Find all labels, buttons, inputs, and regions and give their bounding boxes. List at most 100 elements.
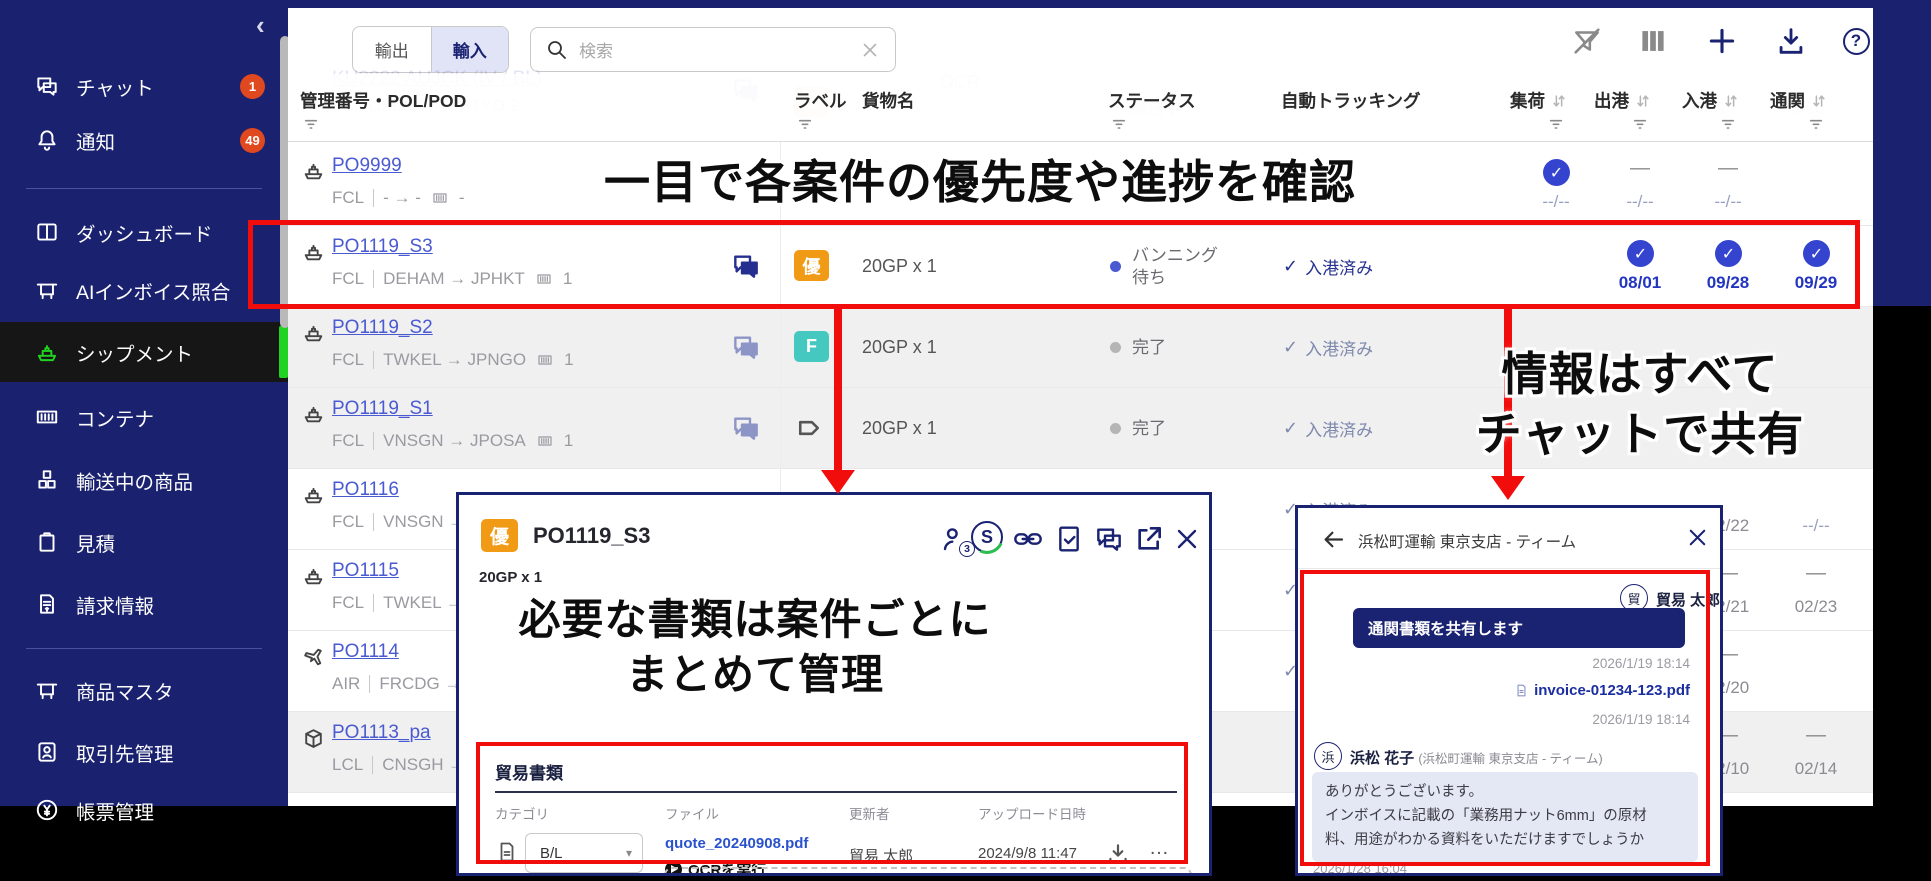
chat-icon[interactable] xyxy=(1093,523,1125,555)
sort-icon[interactable] xyxy=(1549,92,1569,110)
sidebar-item-帳票管理[interactable]: 帳票管理 xyxy=(0,782,288,838)
sidebar-divider xyxy=(26,648,262,649)
shipment-link[interactable]: PO1119_S2 xyxy=(332,317,433,339)
sidebar-item-AIインボイス照合[interactable]: AIインボイス照合 xyxy=(0,262,288,318)
ship-icon xyxy=(301,482,326,507)
trolley-icon xyxy=(34,677,60,703)
columns-icon[interactable] xyxy=(1636,24,1670,58)
column-header-通関[interactable]: 通関 xyxy=(1770,88,1829,113)
doc-check-icon[interactable] xyxy=(1053,523,1085,555)
plus-icon[interactable] xyxy=(1705,24,1739,58)
column-header-入港[interactable]: 入港 xyxy=(1682,88,1741,113)
filter-icon[interactable] xyxy=(302,116,320,132)
milestone-dash: — xyxy=(1718,157,1738,179)
milestone-date: 02/23 xyxy=(1794,597,1838,616)
sort-icon[interactable] xyxy=(1633,92,1653,110)
selected-indicator xyxy=(279,326,288,378)
download-icon[interactable] xyxy=(1774,24,1808,58)
column-header-ステータス[interactable]: ステータス xyxy=(1108,88,1196,113)
column-header-貨物名[interactable]: 貨物名 xyxy=(862,88,915,113)
shipment-link[interactable]: PO1114 xyxy=(332,641,399,663)
close-icon[interactable] xyxy=(1171,523,1203,555)
auto-tracking-status: ✓入港済み xyxy=(1283,337,1374,359)
sidebar-item-請求情報[interactable]: 請求情報 xyxy=(0,576,288,632)
container-mini-icon xyxy=(535,352,555,368)
tab-輸入[interactable]: 輸入 xyxy=(430,27,508,72)
row-subtitle: LCL CNSGH → xyxy=(332,755,466,774)
shipment-link[interactable]: PO1115 xyxy=(332,560,399,582)
s-logo-icon[interactable]: S xyxy=(971,521,1003,553)
milestone-date: --/-- xyxy=(1626,192,1654,211)
filter-icon[interactable] xyxy=(1547,116,1565,132)
right-strip xyxy=(1873,0,1931,306)
row-subtitle: FCL VNSGN → xyxy=(332,512,466,531)
filter-icon[interactable] xyxy=(1631,116,1649,132)
filter-icon[interactable] xyxy=(1110,116,1128,132)
sidebar-item-ダッシュボード[interactable]: ダッシュボード xyxy=(0,204,288,260)
table-header: 管理番号・POL/POD ラベル 貨物名 ステータス 自動トラッキング 集荷 出港 入港 通関 xyxy=(288,74,1873,142)
ship-icon xyxy=(34,339,60,365)
help-icon[interactable]: ? xyxy=(1839,24,1873,58)
filter-icon[interactable] xyxy=(1719,116,1737,132)
row-subtitle: FCL VNSGN → JPOSA 1 xyxy=(332,431,574,450)
label-badge: F xyxy=(794,331,829,362)
highlight-box-docs xyxy=(476,742,1188,864)
sidebar-item-コンテナ[interactable]: コンテナ xyxy=(0,389,288,445)
shipment-link[interactable]: PO1116 xyxy=(332,479,399,501)
status-dot xyxy=(1110,342,1121,353)
filter-icon[interactable] xyxy=(1807,116,1825,132)
sort-icon[interactable] xyxy=(1721,92,1741,110)
tab-輸出[interactable]: 輸出 xyxy=(353,27,431,72)
shipment-link[interactable]: PO1113_pa xyxy=(332,722,431,744)
link-icon[interactable] xyxy=(1012,523,1044,555)
notification-badge: 1 xyxy=(240,74,265,99)
shipment-link[interactable]: PO9999 xyxy=(332,155,402,177)
search-input[interactable]: 検索 xyxy=(530,27,896,72)
arrow-line-to-modal xyxy=(834,308,842,472)
container-icon xyxy=(34,404,60,430)
sidebar-item-シップメント[interactable]: シップメント xyxy=(0,322,288,382)
check-icon: ✓ xyxy=(1283,337,1299,357)
close-icon[interactable] xyxy=(1684,524,1711,551)
column-header-自動トラッキング[interactable]: 自動トラッキング xyxy=(1281,88,1420,113)
filter-icon[interactable] xyxy=(796,116,814,132)
clear-search-icon[interactable] xyxy=(859,39,881,61)
cargo-name: 20GP x 1 xyxy=(862,418,937,438)
cargo-name: 20GP x 1 xyxy=(862,337,937,357)
report-icon xyxy=(34,797,60,823)
sidebar-item-label: ダッシュボード xyxy=(76,223,213,246)
column-header-管理番号・POL/POD[interactable]: 管理番号・POL/POD xyxy=(300,88,466,113)
milestone-date: 02/14 xyxy=(1794,759,1838,778)
sidebar-item-見積[interactable]: 見積 xyxy=(0,514,288,570)
column-header-出港[interactable]: 出港 xyxy=(1594,88,1653,113)
status-text: 完了 xyxy=(1132,418,1166,438)
milestone-dash: — xyxy=(1806,724,1826,746)
clipboard-icon xyxy=(34,529,60,555)
shipment-link[interactable]: PO1119_S1 xyxy=(332,398,433,420)
back-icon[interactable] xyxy=(1320,526,1347,553)
sort-icon[interactable] xyxy=(1809,92,1829,110)
sidebar-collapse-icon[interactable]: ‹ xyxy=(256,10,265,41)
status-dot xyxy=(1110,423,1121,434)
column-header-集荷[interactable]: 集荷 xyxy=(1510,88,1569,113)
modal-subtitle: 20GP x 1 xyxy=(479,569,543,586)
chat-icon[interactable] xyxy=(730,412,762,444)
filter-off-icon[interactable] xyxy=(1570,24,1604,58)
priority-badge: 優 xyxy=(481,519,518,552)
highlight-box-row xyxy=(248,220,1860,309)
external-link-icon[interactable] xyxy=(1133,523,1165,555)
column-header-ラベル[interactable]: ラベル xyxy=(794,88,847,113)
file-dropzone[interactable] xyxy=(664,867,1192,873)
mode-tabs: 輸出 輸入 xyxy=(352,26,509,73)
ship-icon xyxy=(301,158,326,183)
chat-icon[interactable] xyxy=(730,331,762,363)
sidebar-item-label: コンテナ xyxy=(76,408,155,431)
caption-modal: 必要な書類は案件ごとに まとめて管理 xyxy=(518,596,992,698)
arrow-head-to-modal xyxy=(821,470,855,494)
ship-icon xyxy=(301,563,326,588)
sidebar-item-輸送中の商品[interactable]: 輸送中の商品 xyxy=(0,452,288,508)
collaborators-icon[interactable]: 3 xyxy=(939,523,975,557)
milestone-date: --/-- xyxy=(1802,516,1830,535)
sidebar-item-取引先管理[interactable]: 取引先管理 xyxy=(0,724,288,780)
sidebar-item-商品マスタ[interactable]: 商品マスタ xyxy=(0,662,288,718)
